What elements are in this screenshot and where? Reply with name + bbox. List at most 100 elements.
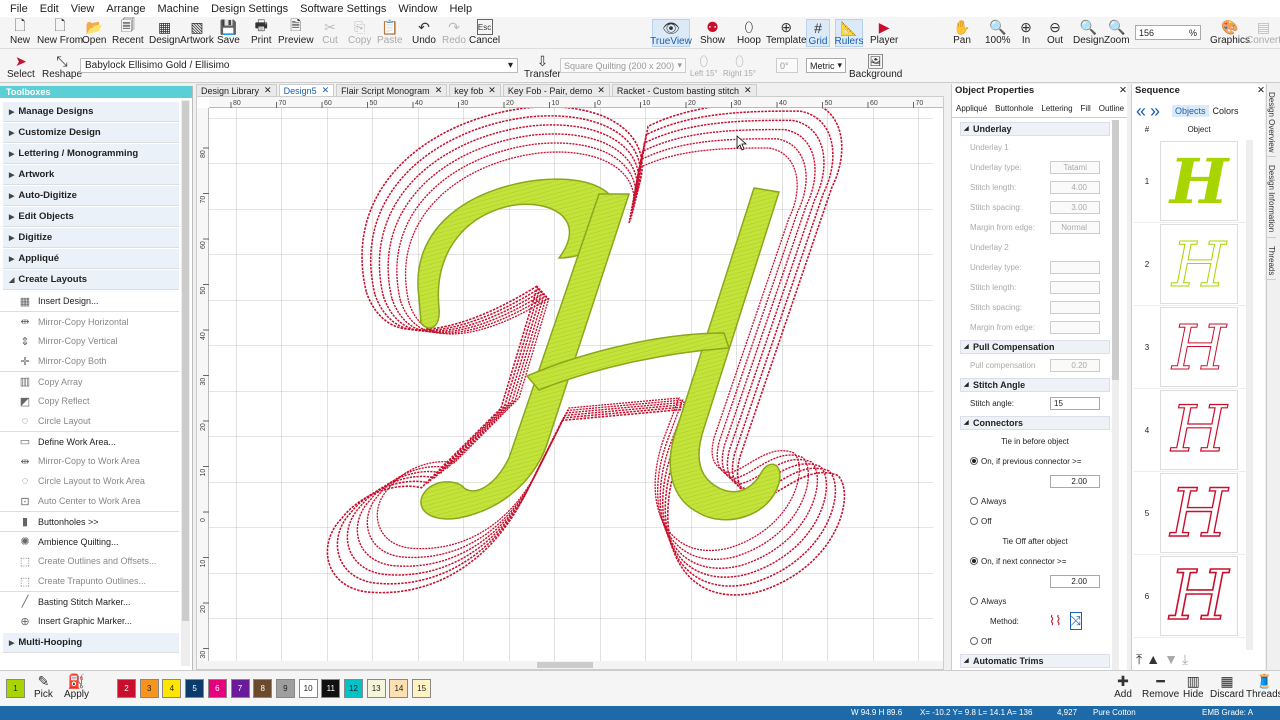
design-information-tab[interactable]: Design Information [1267, 161, 1276, 238]
tool-mirror-both[interactable]: ✛ Mirror-Copy Both [0, 351, 179, 371]
tool-outlines-offsets[interactable]: ⬚ Create Outlines and Offsets... [0, 551, 179, 571]
left-15-button[interactable]: ⬯ Left 15° [690, 53, 718, 79]
section-create-layouts[interactable]: ◢ Create Layouts [3, 270, 179, 290]
convert-button[interactable]: ▤ Convert [1246, 19, 1280, 47]
section-stitch-angle[interactable]: Stitch Angle [960, 378, 1110, 392]
close-icon[interactable]: ✕ [322, 85, 330, 96]
tab-fill[interactable]: Fill [1077, 104, 1095, 117]
tool-circle-work-area[interactable]: ◌ Circle Layout to Work Area [0, 471, 179, 491]
underlay2-spacing-field[interactable] [1050, 300, 1100, 314]
tool-copy-reflect[interactable]: ◩ Copy Reflect [0, 391, 179, 411]
undo-button[interactable]: ↶ Undo [412, 19, 436, 47]
font-select[interactable]: Babylock Ellisimo Gold / Ellisimo ▾ [80, 58, 518, 73]
thread-swatch-10[interactable]: 10 [298, 679, 318, 698]
menu-help[interactable]: Help [443, 3, 478, 15]
cut-button[interactable]: ✂ Cut [321, 19, 339, 47]
tab-key-fob[interactable]: key fob ✕ [449, 84, 501, 96]
tie-in-off-radio[interactable]: Off [960, 512, 1110, 530]
background-button[interactable]: 🖼 Background [849, 53, 902, 81]
discard-button[interactable]: ▦ Discard [1210, 673, 1244, 701]
template-button[interactable]: ⊕ Template [766, 19, 807, 47]
underlay-type-select[interactable]: Tatami [1050, 160, 1100, 174]
stitch-length-field[interactable]: 4.00 [1050, 180, 1100, 194]
preview-button[interactable]: 🗎 Preview [278, 17, 314, 46]
section-pull-compensation[interactable]: Pull Compensation [960, 340, 1110, 354]
toolboxes-scrollbar[interactable] [181, 100, 190, 666]
thread-swatch-13[interactable]: 13 [366, 679, 386, 698]
underlay2-length-field[interactable] [1050, 280, 1100, 294]
reshape-button[interactable]: ⤡ Reshape [42, 53, 82, 81]
add-thread-button[interactable]: ✚ Add [1114, 673, 1132, 701]
design-button[interactable]: ▦ Design [149, 19, 180, 47]
thread-swatch-5[interactable]: 5 [185, 679, 205, 698]
tie-off-on-next-radio[interactable]: On, if next connector >= [960, 552, 1110, 570]
apply-button[interactable]: ⛽ Apply [64, 673, 89, 701]
cancel-button[interactable]: Esc Cancel [469, 19, 500, 46]
quilting-select[interactable]: Square Quilting (200 x 200) ▾ [560, 58, 686, 73]
tool-copy-array[interactable]: ▥ Copy Array [0, 371, 179, 391]
sequence-row[interactable]: 3H [1134, 306, 1252, 389]
tool-mirror-h[interactable]: ⇹ Mirror-Copy Horizontal [0, 311, 179, 331]
section-automatic-trims[interactable]: Automatic Trims [960, 654, 1110, 668]
colors-tab[interactable]: Colors [1213, 106, 1239, 116]
section-auto-digitize[interactable]: ▶ Auto-Digitize [3, 186, 179, 206]
player-button[interactable]: ▶ Player [870, 19, 898, 47]
sequence-row[interactable]: 1H [1134, 140, 1252, 223]
tab-design5[interactable]: Design5 ✕ [278, 84, 335, 96]
method-cross-icon[interactable]: ⤨ [1069, 612, 1083, 630]
close-icon[interactable]: ✕ [435, 85, 443, 96]
section-artwork[interactable]: ▶ Artwork [3, 165, 179, 185]
move-down-icon[interactable]: ▼ [1164, 651, 1178, 668]
select-button[interactable]: ➤ Select [7, 53, 35, 81]
stitch-angle-field[interactable]: 15 [1050, 396, 1100, 410]
hoop-button[interactable]: ⬯ Hoop [737, 19, 761, 47]
tool-mirror-work-area[interactable]: ⇹ Mirror-Copy to Work Area [0, 451, 179, 471]
rulers-button[interactable]: 📐 Rulers [835, 19, 863, 47]
underlay2-type-select[interactable] [1050, 260, 1100, 274]
thread-swatch-7[interactable]: 7 [230, 679, 250, 698]
section-customize-design[interactable]: ▶ Customize Design [3, 123, 179, 143]
zoom-button[interactable]: 🔍 Zoom [1104, 19, 1130, 47]
right-15-button[interactable]: ⬯ Right 15° [723, 53, 756, 79]
panel-close-icon[interactable]: ✕ [1119, 84, 1127, 98]
close-icon[interactable]: ✕ [488, 85, 496, 96]
tie-in-on-prev-radio[interactable]: On, if previous connector >= [960, 452, 1110, 470]
scrollbar-thumb[interactable] [537, 662, 593, 668]
tab-flair-script[interactable]: Flair Script Monogram ✕ [336, 84, 448, 96]
panel-close-icon[interactable]: ✕ [1257, 84, 1265, 98]
tool-mirror-v[interactable]: ⇕ Mirror-Copy Vertical [0, 331, 179, 351]
design-overview-tab[interactable]: Design Overview [1267, 88, 1276, 158]
tie-in-value-field[interactable]: 2.00 [1050, 474, 1100, 488]
menu-file[interactable]: File [4, 3, 34, 15]
show-button[interactable]: ⚉ Show [700, 19, 725, 47]
open-button[interactable]: 📂 Open [82, 19, 106, 47]
zoom-out-button[interactable]: ⊖ Out [1046, 19, 1064, 47]
thread-swatch-9[interactable]: 9 [275, 679, 295, 698]
scrollbar-thumb[interactable] [1112, 120, 1119, 380]
tool-circle-layout[interactable]: ◌ Circle Layout [0, 411, 179, 431]
underlay2-checkbox[interactable]: Underlay 2 [960, 238, 1110, 256]
current-color-swatch[interactable]: 1 [6, 679, 25, 698]
section-lettering[interactable]: ▶ Lettering / Monogramming [3, 144, 179, 164]
trueview-button[interactable]: 👁 TrueView [650, 19, 692, 47]
tool-trapunto[interactable]: ⬚ Create Trapunto Outlines... [0, 571, 179, 591]
tool-define-work-area[interactable]: ▭ Define Work Area... [0, 431, 179, 451]
zoom-design-button[interactable]: 🔍 Design [1073, 19, 1104, 47]
remove-thread-button[interactable]: ━ Remove [1142, 673, 1179, 701]
redo-button[interactable]: ↷ Redo [442, 19, 466, 47]
thread-swatch-12[interactable]: 12 [344, 679, 363, 698]
menu-window[interactable]: Window [392, 3, 443, 15]
pull-comp-field[interactable]: 0.20 [1050, 358, 1100, 372]
underlay1-checkbox[interactable]: Underlay 1 [960, 138, 1110, 156]
objects-tab[interactable]: Objects [1172, 105, 1209, 117]
stitch-area[interactable] [209, 108, 933, 663]
section-manage-designs[interactable]: ▶ Manage Designs [3, 102, 179, 122]
new-button[interactable]: 🗋 New [10, 17, 30, 46]
section-applique[interactable]: ▶ Appliqué [3, 249, 179, 269]
save-button[interactable]: 💾 Save [217, 19, 240, 47]
tab-outline[interactable]: Outline [1095, 104, 1128, 117]
scrollbar-thumb[interactable] [182, 101, 189, 621]
tool-basting-marker[interactable]: ╱ Basting Stitch Marker... [0, 591, 179, 611]
section-connectors[interactable]: Connectors [960, 416, 1110, 430]
menu-design-settings[interactable]: Design Settings [205, 3, 294, 15]
